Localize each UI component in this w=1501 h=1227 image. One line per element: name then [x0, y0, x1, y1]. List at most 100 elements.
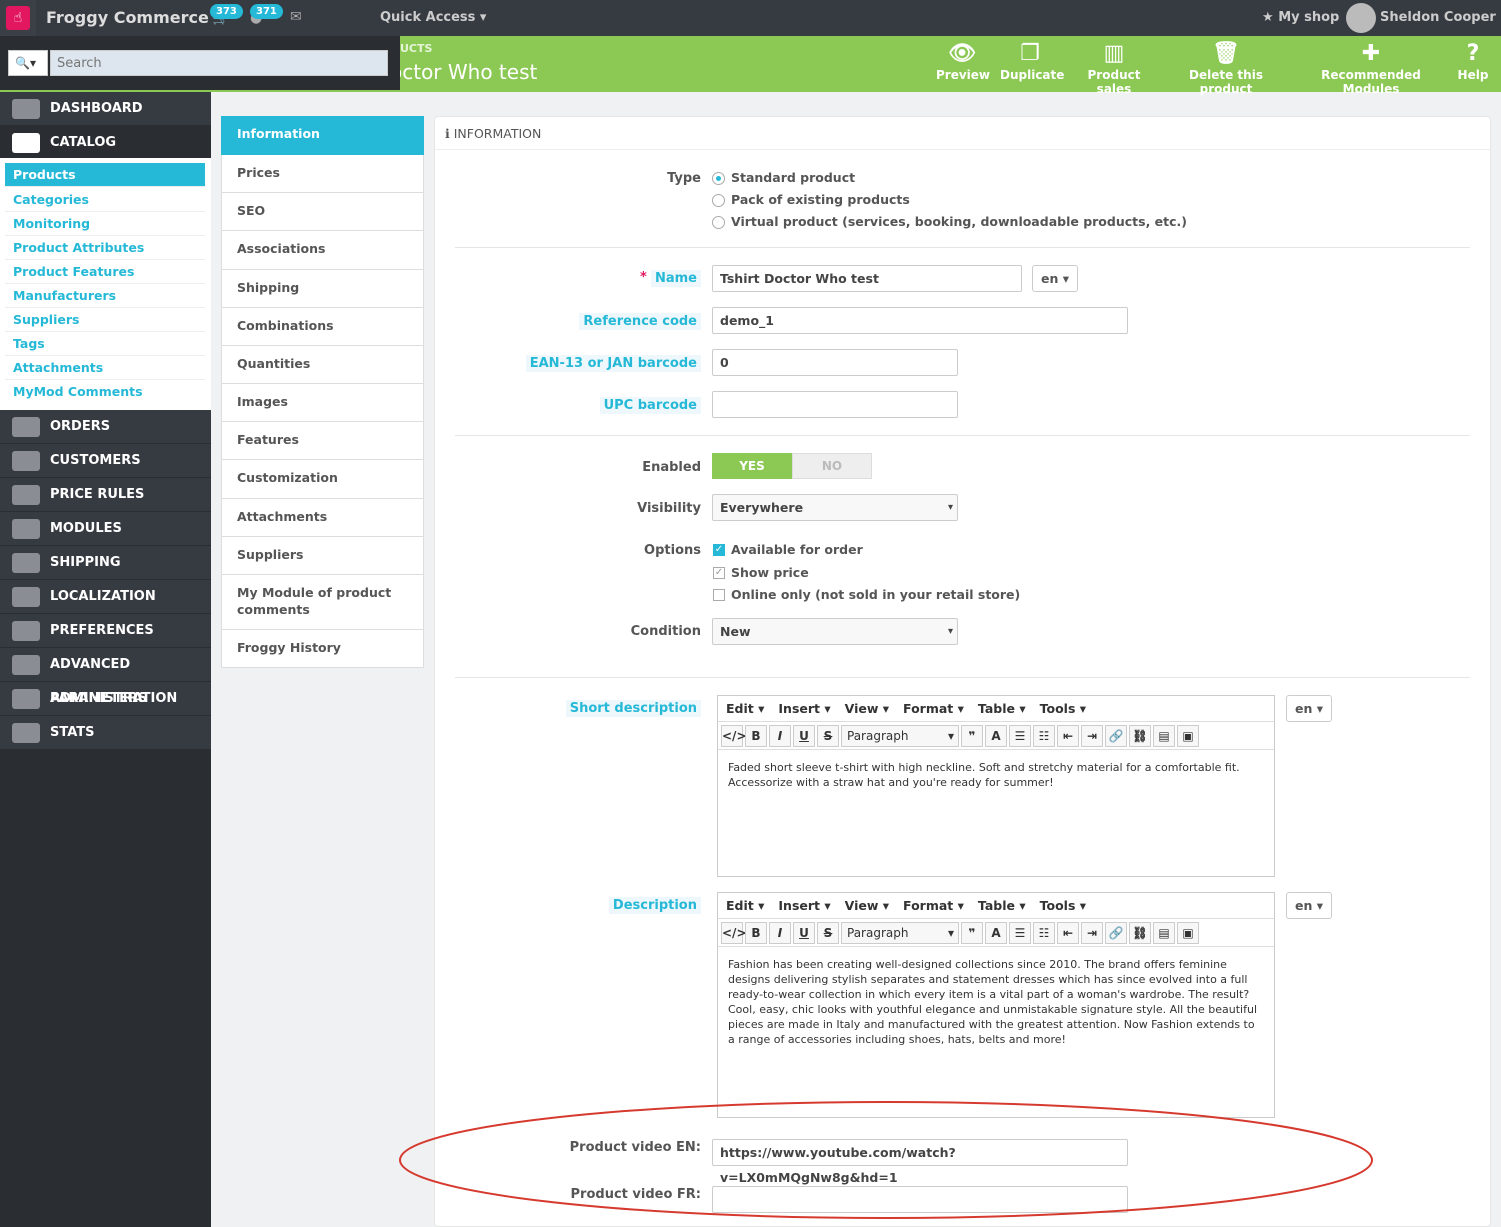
text-color-icon[interactable]: A: [985, 724, 1007, 747]
enabled-no-toggle[interactable]: NO: [792, 453, 872, 479]
italic-icon[interactable]: I: [769, 724, 791, 747]
recommended-modules-button[interactable]: ✚ Recommended Modules: [1296, 40, 1446, 96]
avatar[interactable]: [1346, 3, 1376, 33]
image-icon[interactable]: ▣: [1177, 921, 1199, 944]
nav-advanced-parameters[interactable]: ADVANCED PARAMETERS: [0, 648, 211, 706]
bullet-list-icon[interactable]: ☰: [1009, 921, 1031, 944]
ean-input[interactable]: 0: [712, 349, 958, 376]
sidebar-item-manufacturers[interactable]: Manufacturers: [5, 284, 205, 308]
menu-insert[interactable]: Insert ▾: [778, 898, 830, 913]
name-language-dropdown[interactable]: en ▾: [1032, 265, 1079, 292]
numbered-list-icon[interactable]: ☷: [1033, 921, 1055, 944]
indent-icon[interactable]: ⇥: [1081, 724, 1103, 747]
nav-localization[interactable]: LOCALIZATION: [0, 580, 211, 614]
menu-tools[interactable]: Tools ▾: [1040, 701, 1086, 716]
nav-stats[interactable]: STATS: [0, 716, 211, 750]
sidebar-item-product-attributes[interactable]: Product Attributes: [5, 236, 205, 260]
help-button[interactable]: ? Help: [1456, 40, 1490, 82]
italic-icon[interactable]: I: [769, 921, 791, 944]
sidebar-item-attachments[interactable]: Attachments: [5, 356, 205, 380]
source-code-icon[interactable]: </>: [721, 921, 747, 944]
bold-icon[interactable]: B: [745, 724, 767, 747]
outdent-icon[interactable]: ⇤: [1057, 724, 1079, 747]
show-price-checkbox[interactable]: ✓: [713, 567, 725, 579]
nav-catalog[interactable]: CATALOG: [0, 126, 211, 160]
description-editor[interactable]: Edit ▾ Insert ▾ View ▾ Format ▾ Table ▾ …: [717, 892, 1275, 1118]
nav-customers[interactable]: CUSTOMERS: [0, 444, 211, 478]
logo[interactable]: ☝: [0, 0, 36, 36]
nav-orders[interactable]: ORDERS: [0, 410, 211, 444]
tab-associations[interactable]: Associations: [221, 231, 424, 270]
text-color-icon[interactable]: A: [985, 921, 1007, 944]
visibility-select[interactable]: Everywhere ▾: [712, 494, 958, 521]
tab-prices[interactable]: Prices: [221, 155, 424, 193]
tab-quantities[interactable]: Quantities: [221, 346, 424, 384]
strikethrough-icon[interactable]: S: [817, 724, 839, 747]
menu-view[interactable]: View ▾: [845, 898, 889, 913]
short-description-language-dropdown[interactable]: en ▾: [1286, 695, 1333, 722]
upc-input[interactable]: [712, 391, 958, 418]
tab-seo[interactable]: SEO: [221, 193, 424, 231]
online-only-checkbox[interactable]: [713, 589, 725, 601]
short-description-editor[interactable]: Edit ▾ Insert ▾ View ▾ Format ▾ Table ▾ …: [717, 695, 1275, 877]
tab-my-module-comments[interactable]: My Module of product comments: [221, 575, 424, 630]
sidebar-item-mymod-comments[interactable]: MyMod Comments: [5, 380, 205, 404]
product-sales-button[interactable]: ▥ Product sales: [1072, 40, 1156, 96]
tab-customization[interactable]: Customization: [221, 460, 424, 499]
tab-combinations[interactable]: Combinations: [221, 308, 424, 346]
sidebar-item-product-features[interactable]: Product Features: [5, 260, 205, 284]
unlink-icon[interactable]: ⛓: [1129, 921, 1151, 944]
nav-administration[interactable]: ADMINISTRATION: [0, 682, 211, 716]
type-virtual-radio[interactable]: [712, 216, 725, 229]
name-input[interactable]: Tshirt Doctor Who test: [712, 265, 1022, 292]
link-icon[interactable]: 🔗: [1105, 724, 1127, 747]
menu-tools[interactable]: Tools ▾: [1040, 898, 1086, 913]
outdent-icon[interactable]: ⇤: [1057, 921, 1079, 944]
nav-shipping[interactable]: SHIPPING: [0, 546, 211, 580]
media-icon[interactable]: ▤: [1153, 921, 1175, 944]
envelope-icon[interactable]: ✉: [290, 9, 302, 25]
quote-icon[interactable]: ❞: [961, 724, 983, 747]
menu-table[interactable]: Table ▾: [978, 701, 1026, 716]
menu-insert[interactable]: Insert ▾: [778, 701, 830, 716]
menu-edit[interactable]: Edit ▾: [726, 701, 764, 716]
tab-froggy-history[interactable]: Froggy History: [221, 630, 424, 668]
menu-format[interactable]: Format ▾: [903, 898, 964, 913]
bold-icon[interactable]: B: [745, 921, 767, 944]
sidebar-item-monitoring[interactable]: Monitoring: [5, 212, 205, 236]
image-icon[interactable]: ▣: [1177, 724, 1199, 747]
available-for-order-checkbox[interactable]: ✓: [713, 544, 725, 556]
source-code-icon[interactable]: </>: [721, 724, 747, 747]
nav-dashboard[interactable]: DASHBOARD: [0, 92, 211, 126]
search-input[interactable]: [50, 50, 388, 76]
format-select[interactable]: Paragraph ▾: [841, 724, 959, 747]
unlink-icon[interactable]: ⛓: [1129, 724, 1151, 747]
numbered-list-icon[interactable]: ☷: [1033, 724, 1055, 747]
tab-suppliers[interactable]: Suppliers: [221, 537, 424, 575]
menu-view[interactable]: View ▾: [845, 701, 889, 716]
menu-format[interactable]: Format ▾: [903, 701, 964, 716]
type-standard-radio[interactable]: [712, 172, 725, 185]
link-icon[interactable]: 🔗: [1105, 921, 1127, 944]
menu-edit[interactable]: Edit ▾: [726, 898, 764, 913]
description-text[interactable]: Fashion has been creating well-designed …: [718, 947, 1274, 1057]
quote-icon[interactable]: ❞: [961, 921, 983, 944]
format-select[interactable]: Paragraph ▾: [841, 921, 959, 944]
delete-product-button[interactable]: 🗑 Delete this product: [1166, 40, 1286, 96]
tab-information[interactable]: Information: [221, 116, 424, 155]
nav-modules[interactable]: MODULES: [0, 512, 211, 546]
media-icon[interactable]: ▤: [1153, 724, 1175, 747]
type-pack-radio[interactable]: [712, 194, 725, 207]
indent-icon[interactable]: ⇥: [1081, 921, 1103, 944]
underline-icon[interactable]: U: [793, 921, 815, 944]
strikethrough-icon[interactable]: S: [817, 921, 839, 944]
menu-table[interactable]: Table ▾: [978, 898, 1026, 913]
tab-features[interactable]: Features: [221, 422, 424, 460]
nav-price-rules[interactable]: PRICE RULES: [0, 478, 211, 512]
short-description-text[interactable]: Faded short sleeve t-shirt with high nec…: [718, 750, 1274, 800]
bullet-list-icon[interactable]: ☰: [1009, 724, 1031, 747]
description-language-dropdown[interactable]: en ▾: [1286, 892, 1333, 919]
search-type-dropdown[interactable]: 🔍▾: [8, 50, 48, 76]
condition-select[interactable]: New ▾: [712, 618, 958, 645]
duplicate-button[interactable]: ❐ Duplicate: [1000, 40, 1064, 82]
